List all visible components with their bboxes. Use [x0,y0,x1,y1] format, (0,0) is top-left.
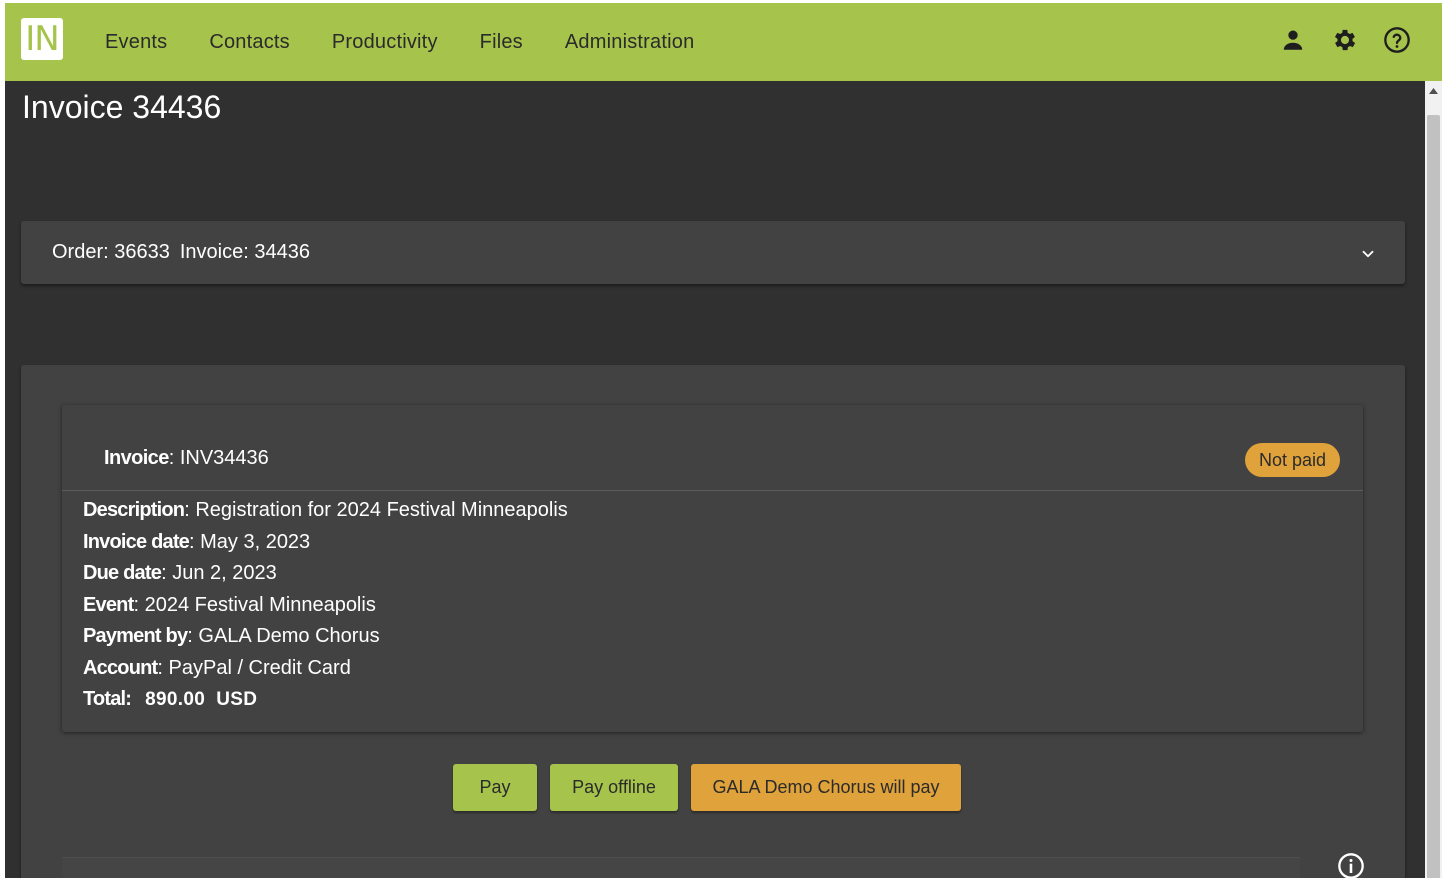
detail-event: Event: 2024 Festival Minneapolis [83,590,568,622]
pay-button[interactable]: Pay [453,764,537,811]
invoice-id-label: Invoice [104,447,169,469]
payment-actions: Pay Pay offline GALA Demo Chorus will pa… [453,764,974,811]
nav-productivity[interactable]: Productivity [332,31,438,54]
logo-text: IN [25,19,59,59]
app-window: IN Events Contacts Productivity Files Ad… [5,3,1442,878]
detail-value: : GALA Demo Chorus [187,625,380,647]
detail-value: : 2024 Festival Minneapolis [133,593,376,616]
chevron-down-icon[interactable] [1359,245,1377,268]
total-label: Total: [83,688,132,710]
info-icon[interactable] [1337,852,1365,878]
invoice-card-header: Invoice: INV34436 Not paid [62,405,1363,491]
detail-total: Total: 890.00 USD [83,684,568,716]
detail-label: Payment by [83,625,188,647]
order-summary-text: Order: 36633 Invoice: 34436 [52,241,320,264]
total-value: 890.00 USD [145,689,258,710]
detail-payment-by: Payment by: GALA Demo Chorus [83,621,568,653]
scroll-up-arrow-icon[interactable] [1425,81,1442,101]
main-nav: Events Contacts Productivity Files Admin… [105,3,736,81]
order-number: Order: 36633 [52,241,170,263]
detail-value: : PayPal / Credit Card [157,656,351,679]
nav-contacts[interactable]: Contacts [209,31,290,54]
detail-label: Description [83,499,185,521]
detail-label: Invoice date [83,530,190,553]
detail-value: : Registration for 2024 Festival Minneap… [184,499,568,521]
pay-offline-button[interactable]: Pay offline [550,764,678,811]
invoice-number: Invoice: 34436 [179,241,310,263]
detail-invoice-date: Invoice date: May 3, 2023 [83,527,568,559]
invoice-id: Invoice: INV34436 [104,447,269,470]
invoice-section: Invoice: INV34436 Not paid Description: … [21,365,1405,878]
invoice-card: Invoice: INV34436 Not paid Description: … [62,405,1363,732]
scrollbar-thumb[interactable] [1427,115,1440,878]
invoice-id-value: : INV34436 [168,447,269,469]
nav-files[interactable]: Files [480,31,523,54]
detail-value: : Jun 2, 2023 [161,562,277,584]
detail-due-date: Due date: Jun 2, 2023 [83,558,568,590]
invoice-details: Description: Registration for 2024 Festi… [83,495,568,716]
app-logo[interactable]: IN [21,18,63,60]
third-party-pay-button[interactable]: GALA Demo Chorus will pay [691,764,961,811]
top-right-icons [1256,25,1412,55]
order-summary-panel[interactable]: Order: 36633 Invoice: 34436 [21,221,1405,284]
gear-icon[interactable] [1330,25,1360,55]
detail-label: Account [83,656,158,679]
detail-account: Account: PayPal / Credit Card [83,653,568,685]
status-badge: Not paid [1245,443,1341,477]
top-navigation-bar: IN Events Contacts Productivity Files Ad… [5,3,1442,81]
detail-label: Event [83,593,134,616]
detail-label: Due date [83,562,162,584]
person-icon[interactable] [1278,25,1308,55]
nav-administration[interactable]: Administration [565,31,695,54]
detail-description: Description: Registration for 2024 Festi… [83,495,568,527]
page-title: Invoice 34436 [22,89,222,125]
help-icon[interactable] [1382,25,1412,55]
next-panel [62,857,1300,878]
detail-value: : May 3, 2023 [189,530,311,553]
vertical-scrollbar[interactable] [1425,81,1442,878]
nav-events[interactable]: Events [105,31,167,54]
